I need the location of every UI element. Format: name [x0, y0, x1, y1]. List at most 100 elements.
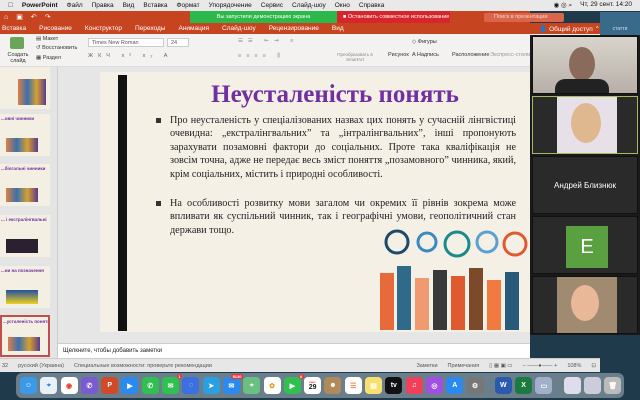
system-preferences-icon[interactable]: ⚙ [466, 377, 484, 394]
share-label: Общий доступ [549, 25, 593, 33]
undo-icon[interactable]: ↶ [31, 13, 37, 21]
menu-tools[interactable]: Сервис [261, 2, 283, 9]
chrome-icon[interactable]: ◉ [60, 377, 78, 394]
menu-app[interactable]: PowerPoint [22, 2, 58, 9]
format-buttons[interactable]: ЖКЧ x² x₂ A [88, 53, 172, 59]
whatsapp-icon[interactable]: ✆ [141, 377, 159, 394]
notes-input[interactable]: Щелкните, чтобы добавить заметки [58, 343, 530, 358]
reset-button[interactable]: ↺ Восстановить [36, 45, 77, 51]
calendar-icon[interactable]: сент. 29 [304, 377, 322, 394]
video-tile[interactable] [532, 276, 638, 334]
finder-icon[interactable]: ☺ [20, 377, 37, 394]
save-icon[interactable]: ▣ [16, 13, 23, 21]
textbox-button[interactable]: A Надпись [412, 52, 439, 58]
trash-icon[interactable]: 🗑 [604, 377, 622, 394]
slide-thumbnail[interactable]: ...ни на позначення [0, 266, 50, 308]
zoom-icon[interactable]: ▶ [121, 377, 139, 394]
documents-stack-icon[interactable] [584, 377, 602, 394]
mail-icon[interactable]: ✉ 5130 [222, 374, 243, 394]
font-size-select[interactable]: 24 [167, 38, 189, 47]
app-store-icon[interactable]: A [446, 377, 464, 394]
wifi-icon[interactable]: ◉ ◎ ⌕ [554, 1, 573, 10]
slide-bullet[interactable]: Про неусталеність у спеціалізованих назв… [156, 114, 516, 181]
arrange-button[interactable]: Расположение [452, 52, 489, 58]
language-status[interactable]: русский (Украина) [18, 363, 64, 369]
tab-draw[interactable]: Рисование [39, 25, 72, 32]
messages-icon[interactable]: ✉ 1 [162, 374, 183, 394]
music-icon[interactable]: ♫ [405, 377, 423, 394]
menu-arrange[interactable]: Упорядочение [209, 2, 252, 9]
menu-edit[interactable]: Правка [92, 2, 114, 9]
menu-file[interactable]: Файл [67, 2, 83, 9]
messages-badge: 1 [176, 374, 183, 379]
menu-slideshow[interactable]: Слайд-шоу [292, 2, 326, 9]
reminders-icon[interactable]: ☰ [344, 377, 362, 394]
tab-transitions[interactable]: Переходы [135, 25, 166, 32]
tab-view[interactable]: Вид [332, 25, 344, 32]
convert-smartart-button[interactable]: Преобразовать в SmartArt [336, 52, 374, 62]
clock[interactable]: Чт, 29 сент. 14:20 [580, 1, 632, 10]
menu-window[interactable]: Окно [335, 2, 350, 9]
share-button[interactable]: 👤 Общий доступ ⌃ [539, 25, 600, 33]
picture-button[interactable]: Рисунок [388, 52, 409, 58]
tab-slideshow[interactable]: Слайд-шоу [222, 25, 256, 32]
layout-button[interactable]: ▤ Макет [36, 36, 58, 42]
tab-insert[interactable]: Вставка [2, 25, 26, 32]
tab-review[interactable]: Рецензирование [269, 25, 319, 32]
apple-tv-icon[interactable]: tv [385, 377, 403, 394]
video-tile-participant[interactable]: Андрей Близнюк [532, 156, 638, 214]
slide-thumbnail[interactable]: ...овні чинники [0, 114, 50, 156]
stop-share-label: Остановить совместное использование [347, 14, 450, 20]
telegram-icon[interactable]: ➤ [202, 377, 220, 394]
new-slide-button[interactable]: Создать слайд [6, 52, 30, 64]
tab-animations[interactable]: Анимация [178, 25, 209, 32]
apple-icon[interactable]:  [8, 2, 13, 9]
menu-format[interactable]: Формат [177, 2, 200, 9]
maps-icon[interactable]: ⌖ [243, 377, 261, 394]
powerpoint-icon[interactable]: P [101, 377, 119, 394]
home-icon[interactable]: ⌂ [4, 14, 8, 21]
slide-thumbnail[interactable]: ...біогальні чинники [0, 164, 50, 206]
quick-styles-button[interactable]: Экспресс-стили [490, 52, 530, 58]
menu-help[interactable]: Справка [359, 2, 385, 9]
redo-icon[interactable]: ↷ [45, 13, 51, 21]
comments-button[interactable]: Примечания [448, 363, 480, 369]
paragraph-buttons[interactable]: ☰☰ ⇤⇥ ≡ [238, 38, 298, 44]
shapes-button[interactable]: ◇ Фигуры [412, 39, 437, 45]
font-select[interactable]: Times New Roman [88, 38, 164, 47]
notes-button[interactable]: Заметки [416, 363, 437, 369]
downloads-stack-icon[interactable] [563, 377, 581, 394]
video-tile[interactable] [532, 36, 638, 94]
slide-thumbnail[interactable]: ... і екстралінгвальні [0, 215, 50, 257]
viber-icon[interactable]: ✆ [80, 377, 98, 394]
fit-window-icon[interactable]: ⊡ [591, 363, 600, 369]
facetime-icon[interactable]: ▶ 6 [283, 374, 304, 394]
video-tile[interactable] [532, 96, 638, 154]
notes-app-icon[interactable]: ▤ [365, 377, 383, 394]
signal-icon[interactable]: ◌ [182, 377, 200, 394]
accessibility-status[interactable]: Специальные возможности: проверьте реком… [74, 363, 212, 369]
stop-share-button[interactable]: ■ Остановить совместное использование [337, 11, 450, 23]
new-slide-icon[interactable] [10, 37, 24, 49]
desktop-file[interactable]: статти [600, 12, 640, 35]
slide-thumbnail-active[interactable]: ...усталеність понять [0, 315, 50, 357]
podcasts-icon[interactable]: ◎ [425, 377, 443, 394]
tab-design[interactable]: Конструктор [85, 25, 122, 32]
menu-view[interactable]: Вид [123, 2, 135, 9]
menu-insert[interactable]: Вставка [143, 2, 167, 9]
view-buttons[interactable]: ▯ ▦ ▣ ▭ [489, 363, 512, 369]
zoom-slider[interactable]: − ——●—— + [523, 363, 558, 369]
slide-thumbnail[interactable] [0, 67, 50, 109]
preview-icon[interactable]: ▭ [535, 377, 553, 394]
photos-icon[interactable]: ✿ [263, 377, 281, 394]
safari-icon[interactable]: ⌖ [40, 377, 58, 394]
section-button[interactable]: ▦ Раздел [36, 55, 61, 61]
search-input[interactable]: Поиск в презентации [484, 13, 564, 22]
excel-icon[interactable]: X [515, 377, 533, 394]
zoom-level[interactable]: 108% [567, 363, 581, 369]
word-icon[interactable]: W [494, 377, 512, 394]
slide-title[interactable]: Неусталеність понять [150, 81, 520, 109]
align-buttons[interactable]: ≡≡≡≡ ⫼ [238, 53, 285, 60]
contacts-icon[interactable]: ☻ [324, 377, 342, 394]
video-tile[interactable]: E [532, 216, 638, 274]
